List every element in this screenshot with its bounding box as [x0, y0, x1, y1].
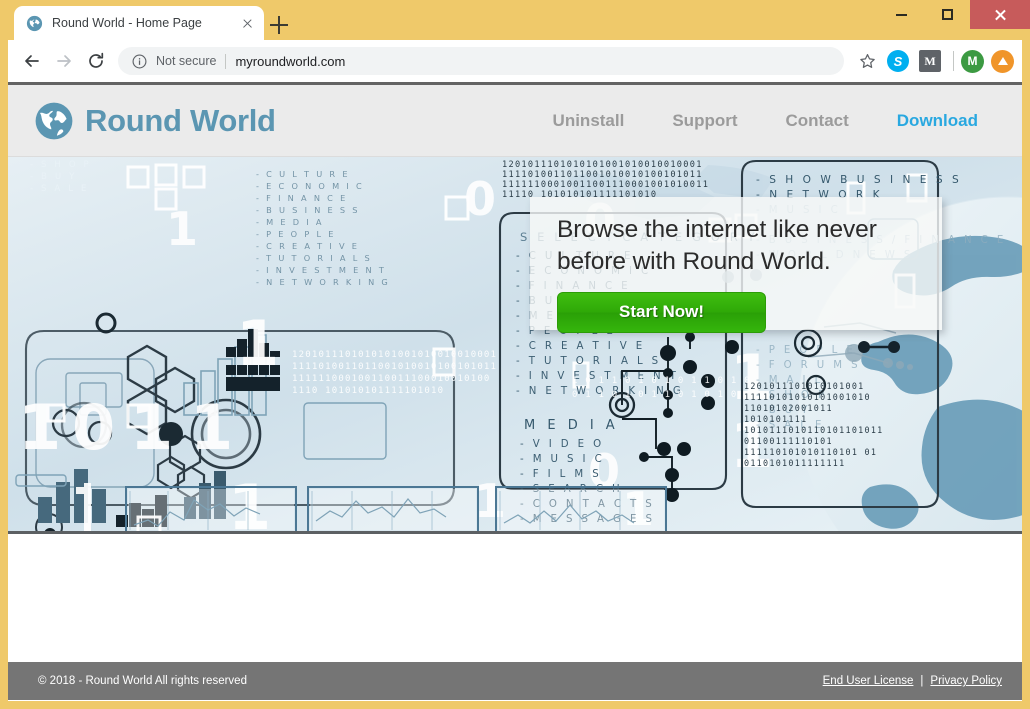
maximize-button[interactable]: [924, 0, 970, 29]
footer-link-end-user-license[interactable]: End User License: [823, 675, 914, 687]
svg-text:111110101010110101 01: 111110101010110101 01: [744, 447, 877, 457]
start-now-button[interactable]: Start Now!: [557, 292, 766, 333]
toolbar-divider: [953, 51, 954, 71]
bookmark-star-icon[interactable]: [852, 46, 882, 76]
svg-text:1201011101010101001: 1201011101010101001: [744, 381, 865, 391]
footer-link-separator: |: [920, 675, 923, 687]
update-arrow-icon[interactable]: [991, 50, 1014, 73]
svg-text:- C U L T U R E: - C U L T U R E: [256, 169, 350, 179]
svg-text:111111000100110011100010010100: 111111000100110011100010010100: [292, 374, 491, 384]
svg-text:1010101111: 1010101111: [744, 414, 807, 424]
svg-text:01100111110101: 01100111110101: [744, 436, 833, 446]
page-body-blank: [8, 534, 1022, 662]
svg-text:- F I L M S: - F I L M S: [520, 469, 602, 480]
svg-text:- M E D I A: - M E D I A: [256, 217, 324, 227]
footer-links: End User License | Privacy Policy: [823, 675, 1002, 687]
footer-link-privacy-policy[interactable]: Privacy Policy: [930, 675, 1002, 687]
nav-link-support[interactable]: Support: [672, 111, 737, 131]
svg-text:120101110101010100101001001000: 1201011101010101001010010010001: [502, 160, 703, 170]
site-logo[interactable]: Round World: [34, 101, 276, 141]
browser-toolbar: Not secure myroundworld.com S M M: [8, 40, 1022, 82]
window-controls: [878, 0, 1030, 29]
svg-text:1110 101010101111101010: 1110 101010101111101010: [292, 386, 444, 396]
url-text: myroundworld.com: [235, 54, 345, 69]
skype-extension-icon[interactable]: S: [887, 50, 909, 72]
svg-text:- S A L E: - S A L E: [30, 184, 89, 194]
security-status-text: Not secure: [156, 54, 216, 68]
svg-text:111101001101100101001010010101: 1111010011011001010010100101011: [502, 170, 703, 180]
svg-text:11010102001011: 11010102001011: [744, 403, 833, 413]
mail-extension-icon[interactable]: M: [919, 50, 941, 72]
svg-text:- F O R U M S: - F O R U M S: [756, 360, 860, 371]
svg-text:- B U S I N E S S: - B U S I N E S S: [256, 205, 360, 215]
hero-heading: Browse the internet like never before wi…: [557, 214, 922, 279]
svg-text:- S H O W B U S I N E S S: - S H O W B U S I N E S S: [756, 174, 962, 186]
forward-button-arrow-icon[interactable]: [48, 45, 80, 77]
hero-banner: 1 0 1 1 1 1 1 1 1 0 0 1 0: [8, 157, 1022, 534]
title-bar: Round World - Home Page: [0, 0, 1030, 40]
svg-text:- E C O N O M I C: - E C O N O M I C: [256, 181, 364, 191]
svg-text:1: 1: [166, 202, 198, 256]
svg-text:0110101011111111: 0110101011111111: [744, 458, 845, 468]
svg-text:1 0 1 1 0 1 0 1 0 1 1 0 1 0: 1 0 1 1 0 1 0 1 0 1 1 0 1 0: [572, 376, 751, 386]
site-header: Round World Uninstall Support Contact Do…: [8, 85, 1022, 157]
tab-favicon-globe-icon: [26, 15, 43, 32]
minimize-button[interactable]: [878, 0, 924, 29]
svg-text:11110101010101001010: 11110101010101001010: [744, 392, 871, 402]
svg-text:- C R E A T I V E: - C R E A T I V E: [256, 241, 359, 251]
svg-text:0: 0: [464, 172, 496, 226]
svg-text:1: 1: [130, 391, 173, 464]
omnibox-divider: [225, 54, 226, 69]
nav-link-contact[interactable]: Contact: [786, 111, 849, 131]
svg-text:1010111010110101101011: 1010111010110101101011: [744, 425, 884, 435]
back-button-arrow-icon[interactable]: [16, 45, 48, 77]
svg-text:1: 1: [18, 391, 61, 464]
copyright-text: © 2018 - Round World All rights reserved: [38, 675, 247, 687]
svg-text:- C R E A T I V E: - C R E A T I V E: [516, 341, 645, 352]
close-window-button[interactable]: [970, 0, 1030, 29]
svg-text:111101001101100101001010010101: 1111010011011001010010100101011: [292, 362, 497, 372]
svg-text:- N E T W O R K I N G: - N E T W O R K I N G: [256, 277, 390, 287]
svg-text:- S H O P: - S H O P: [30, 160, 91, 170]
svg-text:0: 0: [72, 391, 115, 464]
svg-text:- T U T O R I A L S: - T U T O R I A L S: [516, 356, 661, 367]
svg-text:- M U S I C: - M U S I C: [520, 454, 605, 465]
nav-link-uninstall[interactable]: Uninstall: [553, 111, 625, 131]
svg-text:- T U T O R I A L S: - T U T O R I A L S: [256, 253, 372, 263]
svg-text:- F I N A N C E: - F I N A N C E: [256, 193, 348, 203]
site-footer: © 2018 - Round World All rights reserved…: [8, 662, 1022, 700]
logo-text: Round World: [85, 103, 276, 139]
svg-text:- P E O P L E: - P E O P L E: [256, 229, 336, 239]
hero-overlay-panel: Browse the internet like never before wi…: [530, 197, 942, 330]
svg-text:120101110101010100101001001000: 1201011101010101001010010010001: [292, 350, 497, 360]
site-navigation: Uninstall Support Contact Download: [553, 111, 1000, 131]
svg-text:- B U Y: - B U Y: [30, 172, 77, 182]
svg-text:0 1 1 0 1 0 1 1 0 1 0 1 0: 0 1 1 0 1 0 1 1 0 1 0 1 0: [572, 390, 737, 400]
info-circle-icon: [132, 54, 147, 69]
reload-button-icon[interactable]: [80, 45, 112, 77]
svg-text:111111000100110011100010010100: 11111100010011001110001001010011: [502, 180, 709, 190]
nav-link-download[interactable]: Download: [897, 111, 978, 131]
page-viewport: Round World Uninstall Support Contact Do…: [8, 82, 1022, 701]
browser-tab[interactable]: Round World - Home Page: [14, 6, 264, 40]
tab-title: Round World - Home Page: [52, 16, 230, 30]
svg-text:1: 1: [236, 307, 279, 380]
svg-text:- I N V E S T M E N T: - I N V E S T M E N T: [256, 265, 386, 275]
profile-avatar[interactable]: M: [961, 50, 984, 73]
svg-text:- V I D E O: - V I D E O: [520, 439, 604, 450]
tab-close-icon[interactable]: [239, 15, 256, 32]
svg-text:M E D I A: M E D I A: [524, 418, 619, 433]
svg-text:1: 1: [190, 391, 233, 464]
new-tab-button[interactable]: [268, 14, 290, 36]
logo-globe-icon: [34, 101, 74, 141]
address-bar[interactable]: Not secure myroundworld.com: [118, 47, 844, 75]
browser-window: Round World - Home Page: [0, 0, 1030, 709]
